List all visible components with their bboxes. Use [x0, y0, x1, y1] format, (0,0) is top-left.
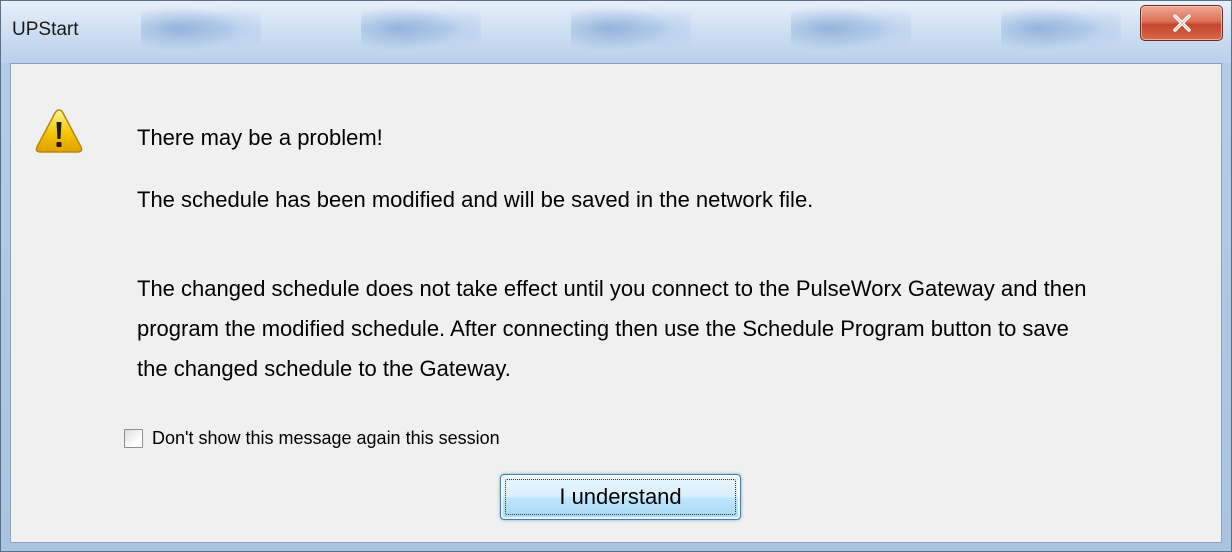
close-button[interactable]	[1140, 5, 1223, 41]
dialog-headline: There may be a problem!	[137, 125, 383, 150]
title-bar[interactable]: UPStart	[1, 1, 1231, 63]
title-bar-bulb-pattern	[141, 5, 261, 57]
dont-show-again-label: Don't show this message again this sessi…	[152, 428, 500, 448]
dialog-window: UPStart There may be a problem! The sche…	[0, 0, 1232, 552]
dialog-content: There may be a problem! The schedule has…	[10, 63, 1222, 543]
i-understand-button[interactable]: I understand	[500, 474, 741, 520]
window-title: UPStart	[12, 19, 79, 40]
title-bar-bulb-pattern	[361, 5, 481, 57]
warning-icon	[35, 109, 83, 153]
dont-show-again-checkbox[interactable]	[124, 429, 143, 448]
dont-show-again-option[interactable]: Don't show this message again this sessi…	[124, 428, 500, 449]
dialog-message-1: The schedule has been modified and will …	[137, 187, 814, 212]
close-icon	[1172, 14, 1191, 32]
title-bar-bulb-pattern	[791, 5, 911, 57]
title-bar-bulb-pattern	[1001, 5, 1121, 57]
title-bar-bulb-pattern	[571, 5, 691, 57]
i-understand-label: I understand	[559, 484, 682, 509]
dialog-message-2: The changed schedule does not take effec…	[137, 276, 1087, 381]
